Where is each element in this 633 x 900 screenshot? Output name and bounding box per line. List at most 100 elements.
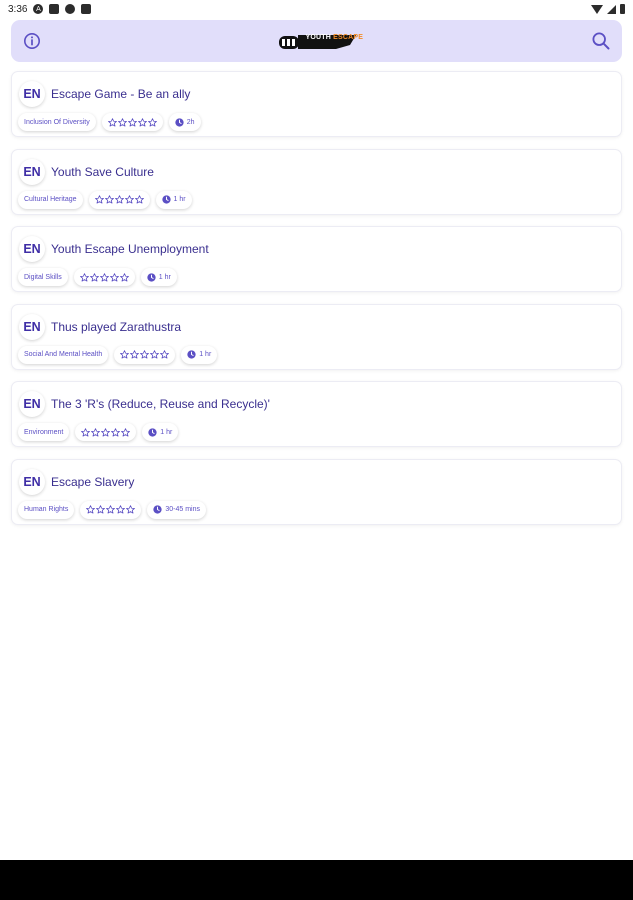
duration-chip: 1 hr bbox=[140, 268, 177, 286]
star-icon bbox=[140, 350, 150, 359]
search-icon bbox=[592, 32, 610, 50]
star-icon bbox=[109, 272, 119, 282]
battery-icon bbox=[620, 4, 625, 14]
star-icon bbox=[104, 195, 114, 204]
duration-label: 2h bbox=[186, 118, 195, 126]
star-rating bbox=[86, 505, 136, 514]
logo-text-escape: ESCAPE bbox=[333, 34, 364, 41]
duration-chip: 1 hr bbox=[142, 423, 179, 441]
category-chip: Human Rights bbox=[18, 500, 75, 519]
duration-label: 1 hr bbox=[158, 273, 171, 281]
clock-icon bbox=[187, 350, 196, 359]
clock-icon bbox=[153, 505, 162, 514]
star-icon bbox=[79, 272, 89, 282]
game-card[interactable]: EN Youth Escape Unemployment Digital Ski… bbox=[11, 226, 622, 292]
duration-label: 1 hr bbox=[160, 428, 173, 436]
star-icon bbox=[150, 350, 160, 359]
star-icon bbox=[160, 350, 170, 359]
game-meta-chips: Social And Mental Health 1 hr bbox=[18, 345, 218, 364]
game-card[interactable]: EN Youth Save Culture Cultural Heritage … bbox=[11, 148, 622, 215]
star-icon bbox=[126, 505, 136, 514]
rating-chip bbox=[101, 113, 163, 131]
sd-card-icon bbox=[81, 4, 92, 14]
game-meta-chips: Digital Skills 1 hr bbox=[18, 268, 177, 286]
duration-label: 1 hr bbox=[199, 351, 212, 358]
star-icon bbox=[117, 117, 127, 127]
category-chip: Inclusion Of Diversity bbox=[18, 113, 96, 131]
duration-chip: 30-45 mins bbox=[147, 500, 206, 519]
star-icon bbox=[116, 505, 126, 514]
app-logo: YOUTH ESCAPE bbox=[278, 28, 363, 54]
game-meta-chips: Inclusion Of Diversity 2h bbox=[18, 113, 201, 131]
star-icon bbox=[86, 505, 96, 514]
star-icon bbox=[81, 427, 91, 437]
game-title: Escape Game - Be an ally bbox=[51, 87, 191, 101]
language-badge: EN bbox=[19, 391, 45, 417]
star-rating bbox=[107, 117, 157, 127]
app-header: YOUTH ESCAPE bbox=[11, 20, 622, 62]
category-chip: Environment bbox=[18, 423, 70, 441]
game-card[interactable]: EN Escape Slavery Human Rights 30-45 min… bbox=[11, 458, 622, 525]
category-chip: Social And Mental Health bbox=[18, 345, 109, 364]
game-card[interactable]: EN Escape Game - Be an ally Inclusion Of… bbox=[11, 71, 622, 137]
star-icon bbox=[91, 427, 101, 437]
game-title: Youth Escape Unemployment bbox=[51, 242, 209, 256]
star-icon bbox=[121, 427, 131, 437]
category-chip: Cultural Heritage bbox=[18, 190, 83, 209]
game-meta-chips: Human Rights 30-45 mins bbox=[18, 500, 206, 519]
status-bar: 3:36 A bbox=[0, 0, 633, 18]
status-right bbox=[591, 4, 625, 14]
star-icon bbox=[111, 427, 121, 437]
star-icon bbox=[130, 350, 140, 359]
language-badge: EN bbox=[19, 158, 45, 185]
notification-icon: A bbox=[33, 4, 44, 14]
star-icon bbox=[94, 195, 104, 204]
star-icon bbox=[119, 272, 129, 282]
duration-chip: 1 hr bbox=[155, 190, 192, 209]
duration-label: 1 hr bbox=[173, 196, 186, 203]
clock-icon bbox=[147, 272, 156, 282]
game-card[interactable]: EN Thus played Zarathustra Social And Me… bbox=[11, 303, 622, 370]
status-left: 3:36 A bbox=[8, 3, 92, 15]
star-icon bbox=[101, 427, 111, 437]
wifi-icon bbox=[591, 4, 603, 14]
star-icon bbox=[134, 195, 144, 204]
game-title: Escape Slavery bbox=[51, 474, 135, 489]
language-badge: EN bbox=[19, 81, 45, 107]
game-card[interactable]: EN The 3 'R's (Reduce, Reuse and Recycle… bbox=[11, 381, 622, 447]
info-icon bbox=[24, 33, 40, 49]
notification-icon-2 bbox=[49, 4, 60, 14]
game-title: Youth Save Culture bbox=[51, 164, 154, 179]
signal-icon bbox=[607, 4, 616, 14]
language-badge: EN bbox=[19, 468, 45, 495]
star-rating bbox=[81, 427, 131, 437]
game-title: The 3 'R's (Reduce, Reuse and Recycle)' bbox=[51, 397, 270, 411]
duration-label: 30-45 mins bbox=[165, 506, 200, 513]
duration-chip: 1 hr bbox=[181, 345, 218, 364]
star-rating bbox=[94, 195, 144, 204]
logo-text: YOUTH ESCAPE bbox=[306, 34, 364, 41]
info-button[interactable] bbox=[21, 30, 43, 52]
search-button[interactable] bbox=[590, 30, 612, 52]
rating-chip bbox=[114, 345, 176, 364]
star-icon bbox=[147, 117, 157, 127]
system-nav-bar bbox=[0, 860, 633, 900]
logo-text-youth: YOUTH bbox=[305, 34, 331, 41]
star-icon bbox=[120, 350, 130, 359]
star-rating bbox=[120, 350, 170, 359]
star-icon bbox=[127, 117, 137, 127]
star-icon bbox=[89, 272, 99, 282]
game-meta-chips: Environment 1 hr bbox=[18, 423, 179, 441]
rating-chip bbox=[80, 500, 142, 519]
category-chip: Digital Skills bbox=[18, 268, 68, 286]
status-time: 3:36 bbox=[8, 3, 28, 15]
star-icon bbox=[99, 272, 109, 282]
rating-chip bbox=[75, 423, 137, 441]
game-title: Thus played Zarathustra bbox=[51, 319, 182, 334]
star-rating bbox=[79, 272, 129, 282]
logo-badge: YOUTH ESCAPE bbox=[278, 30, 363, 52]
clock-icon bbox=[175, 117, 184, 127]
clock-icon bbox=[161, 195, 171, 204]
star-icon bbox=[137, 117, 147, 127]
star-icon bbox=[114, 195, 124, 204]
